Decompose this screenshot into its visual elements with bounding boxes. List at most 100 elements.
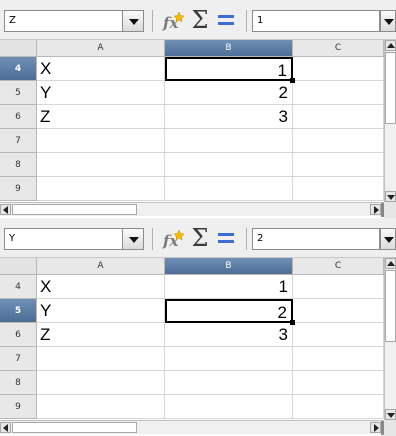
- scroll-left-icon[interactable]: [0, 422, 11, 433]
- cell-b9[interactable]: [165, 177, 293, 201]
- cell-b4[interactable]: 1: [165, 57, 293, 81]
- scroll-right-icon[interactable]: [370, 422, 381, 433]
- cell-b7[interactable]: [165, 129, 293, 153]
- row-header-6[interactable]: 6: [0, 105, 37, 129]
- cell-c9[interactable]: [293, 395, 384, 419]
- column-header-b[interactable]: B: [165, 258, 293, 275]
- cell-c4[interactable]: [293, 275, 384, 299]
- function-wizard-icon[interactable]: fx: [161, 228, 185, 250]
- chevron-down-icon[interactable]: [122, 228, 144, 250]
- cell-b8[interactable]: [165, 153, 293, 177]
- row-header-9[interactable]: 9: [0, 395, 37, 419]
- chevron-down-icon[interactable]: [380, 228, 396, 250]
- scroll-right-icon[interactable]: [370, 204, 381, 215]
- scroll-up-icon[interactable]: [385, 258, 396, 269]
- vertical-scroll-thumb[interactable]: [385, 270, 396, 342]
- spreadsheet-pane-1: Z fx Σ 1 A B C 4 5 6 7 8 9 X 1 Y 2 Z 3: [0, 0, 396, 218]
- toolbar-separator: [152, 10, 153, 32]
- row-header-8[interactable]: 8: [0, 371, 37, 395]
- cell-c7[interactable]: [293, 129, 384, 153]
- name-box[interactable]: Z: [4, 10, 144, 32]
- cell-b4[interactable]: 1: [165, 275, 293, 299]
- row-header-8[interactable]: 8: [0, 153, 37, 177]
- cell-a5[interactable]: Y: [37, 299, 165, 323]
- formula-bar: Z fx Σ 1: [0, 0, 396, 40]
- row-header-5[interactable]: 5: [0, 81, 37, 105]
- cell-b6[interactable]: 3: [165, 323, 293, 347]
- formula-bar: Y fx Σ 2: [0, 218, 396, 258]
- cell-a5[interactable]: Y: [37, 81, 165, 105]
- toolbar-separator: [246, 228, 247, 250]
- fill-handle[interactable]: [290, 320, 295, 325]
- cell-b9[interactable]: [165, 395, 293, 419]
- cell-c8[interactable]: [293, 371, 384, 395]
- cell-a7[interactable]: [37, 129, 165, 153]
- cell-b7[interactable]: [165, 347, 293, 371]
- name-box-value: Y: [9, 233, 16, 244]
- horizontal-scroll-thumb[interactable]: [12, 204, 137, 215]
- equals-icon[interactable]: [215, 227, 237, 249]
- fill-handle[interactable]: [290, 78, 295, 83]
- row-header-4[interactable]: 4: [0, 57, 37, 81]
- select-all-corner[interactable]: [0, 258, 37, 275]
- input-line[interactable]: 1: [252, 10, 380, 32]
- cell-c6[interactable]: [293, 323, 384, 347]
- scroll-left-icon[interactable]: [0, 204, 11, 215]
- column-header-a[interactable]: A: [37, 40, 165, 57]
- equals-icon[interactable]: [215, 9, 237, 31]
- sigma-icon[interactable]: Σ: [188, 6, 212, 34]
- column-header-b[interactable]: B: [165, 40, 293, 57]
- cell-b6[interactable]: 3: [165, 105, 293, 129]
- cell-c4[interactable]: [293, 57, 384, 81]
- row-header-7[interactable]: 7: [0, 129, 37, 153]
- cell-a4[interactable]: X: [37, 57, 165, 81]
- row-header-6[interactable]: 6: [0, 323, 37, 347]
- vertical-scrollbar[interactable]: [384, 40, 396, 202]
- horizontal-scrollbar[interactable]: [0, 202, 384, 217]
- scroll-up-icon[interactable]: [385, 40, 396, 51]
- cell-grid[interactable]: A B C 4 5 6 7 8 9 X 1 Y 2 Z 3: [0, 40, 384, 202]
- sigma-icon[interactable]: Σ: [188, 224, 212, 252]
- cell-b5[interactable]: 2: [165, 81, 293, 105]
- cell-c5[interactable]: [293, 81, 384, 105]
- function-wizard-icon[interactable]: fx: [161, 10, 185, 32]
- vertical-scroll-thumb[interactable]: [385, 52, 396, 124]
- cell-a6[interactable]: Z: [37, 105, 165, 129]
- row-header-4[interactable]: 4: [0, 275, 37, 299]
- cell-c9[interactable]: [293, 177, 384, 201]
- cell-a9[interactable]: [37, 395, 165, 419]
- cell-c7[interactable]: [293, 347, 384, 371]
- cell-a8[interactable]: [37, 371, 165, 395]
- input-line[interactable]: 2: [252, 228, 380, 250]
- row-header-7[interactable]: 7: [0, 347, 37, 371]
- cell-b5[interactable]: 2: [165, 299, 293, 323]
- column-header-a[interactable]: A: [37, 258, 165, 275]
- vertical-scrollbar[interactable]: [384, 258, 396, 420]
- chevron-down-icon[interactable]: [380, 10, 396, 32]
- column-header-c[interactable]: C: [293, 40, 384, 57]
- name-box[interactable]: Y: [4, 228, 144, 250]
- scroll-down-icon[interactable]: [385, 191, 396, 202]
- row-header-9[interactable]: 9: [0, 177, 37, 201]
- cell-a7[interactable]: [37, 347, 165, 371]
- cell-c5[interactable]: [293, 299, 384, 323]
- row-header-5[interactable]: 5: [0, 299, 37, 323]
- cell-a4[interactable]: X: [37, 275, 165, 299]
- cell-grid[interactable]: A B C 4 5 6 7 8 9 X 1 Y 2 Z 3: [0, 258, 384, 420]
- cell-c8[interactable]: [293, 153, 384, 177]
- cell-a9[interactable]: [37, 177, 165, 201]
- column-header-c[interactable]: C: [293, 258, 384, 275]
- spreadsheet-pane-2: Y fx Σ 2 A B C 4 5 6 7 8 9 X 1 Y 2 Z 3: [0, 218, 396, 436]
- select-all-corner[interactable]: [0, 40, 37, 57]
- input-line-value: 1: [257, 15, 264, 26]
- horizontal-scrollbar[interactable]: [0, 420, 384, 435]
- chevron-down-icon[interactable]: [122, 10, 144, 32]
- horizontal-scroll-thumb[interactable]: [12, 422, 137, 433]
- cell-c6[interactable]: [293, 105, 384, 129]
- scrollbar-corner: [384, 202, 396, 218]
- scroll-down-icon[interactable]: [385, 409, 396, 420]
- cell-a8[interactable]: [37, 153, 165, 177]
- toolbar-separator: [152, 228, 153, 250]
- cell-a6[interactable]: Z: [37, 323, 165, 347]
- cell-b8[interactable]: [165, 371, 293, 395]
